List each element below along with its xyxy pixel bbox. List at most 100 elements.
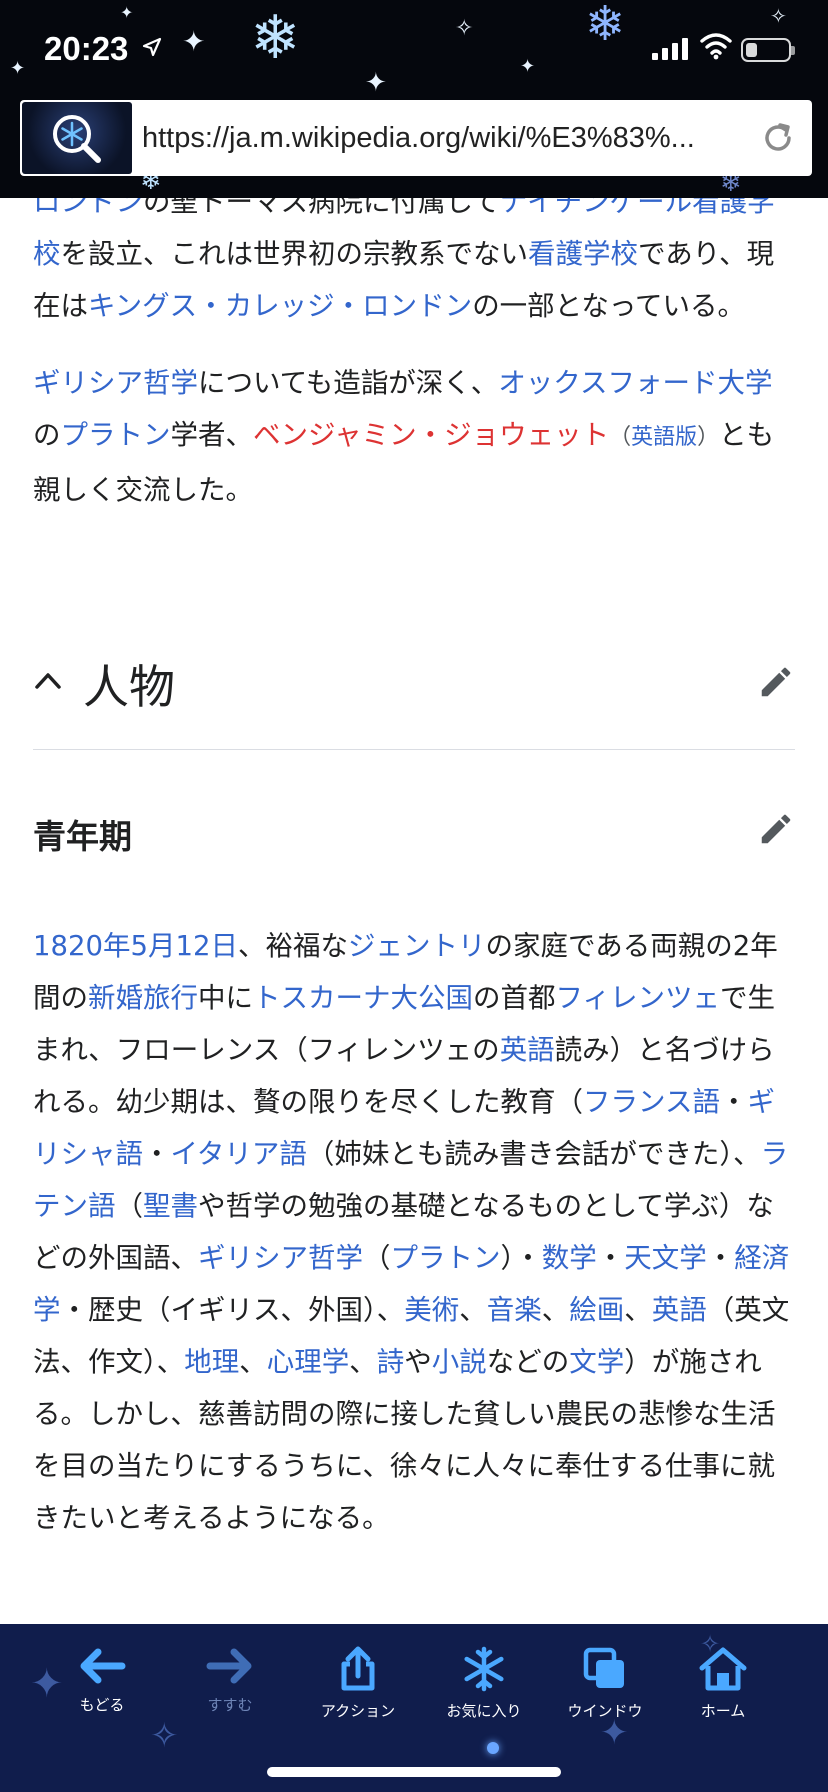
sparkle-decoration-icon: ✧ [455, 16, 474, 41]
sparkle-decoration-icon: ✧ [770, 4, 787, 28]
wiki-link[interactable]: ギリシア哲学 [33, 367, 198, 399]
url-text[interactable]: https://ja.m.wikipedia.org/wiki/%E3%83%.… [142, 122, 742, 155]
text-run: 中に [198, 982, 253, 1014]
wiki-link[interactable]: 新婚旅行 [88, 982, 198, 1014]
text-run: 、 [624, 1294, 652, 1326]
wiki-link[interactable]: 天文学 [624, 1242, 707, 1274]
url-bar[interactable]: https://ja.m.wikipedia.org/wiki/%E3%83%.… [20, 100, 812, 176]
wiki-link[interactable]: 小説 [432, 1346, 487, 1378]
wiki-link[interactable]: ギリシア哲学 [198, 1242, 363, 1274]
text-run: 、裕福な [237, 930, 348, 962]
status-time: 20:23 [44, 30, 129, 67]
snowflake-search-icon[interactable] [22, 102, 132, 174]
wiki-link[interactable]: イタリア語 [171, 1138, 307, 1170]
wiki-link[interactable]: 地理 [184, 1346, 239, 1378]
article-body: 1820年5月12日、裕福なジェントリの家庭である両親の2年間の新婚旅行中にトス… [33, 920, 795, 1544]
paragraph: ロンドンの聖トーマス病院に付属してナイチンゲール看護学校を設立、これは世界初の宗… [33, 176, 795, 332]
wiki-link[interactable]: 英語 [652, 1294, 707, 1326]
text-run: ・ [143, 1138, 171, 1170]
windows-icon [583, 1647, 624, 1688]
top-bar: ❄ ❄ ✦ ✦ ✧ ✦ ✦ ✧ ✦ ❄ ❄ 20:23 https://ja.m… [0, 0, 828, 198]
wiki-link[interactable]: 文学 [569, 1346, 624, 1378]
battery-icon [741, 38, 795, 62]
wiki-link[interactable]: 絵画 [569, 1294, 624, 1326]
wiki-link[interactable]: 数学 [542, 1242, 597, 1274]
text-run: （ [609, 425, 632, 450]
sparkle-decoration-icon: ✦ [10, 58, 26, 79]
signal-icon [652, 38, 688, 60]
wiki-link[interactable]: オックスフォード大学 [498, 367, 772, 399]
text-run: ・ [719, 1086, 748, 1118]
text-run: ）・ [500, 1242, 542, 1274]
text-run: ・ [596, 1242, 625, 1274]
wiki-link[interactable]: プラトン [61, 419, 171, 451]
indicator-dot [487, 1742, 499, 1754]
wiki-link[interactable]: 1820年5月12日 [33, 930, 238, 962]
text-run: 、 [239, 1346, 267, 1378]
paragraph: 1820年5月12日、裕福なジェントリの家庭である両親の2年間の新婚旅行中にトス… [33, 920, 795, 1544]
arrow-right-icon [206, 1648, 252, 1684]
action-button[interactable]: アクション [308, 1646, 408, 1721]
share-icon [341, 1646, 375, 1691]
home-indicator[interactable] [267, 1767, 561, 1777]
wiki-link[interactable]: フランス語 [583, 1086, 720, 1118]
back-label: もどる [79, 1696, 125, 1714]
wiki-link[interactable]: 看護学校 [528, 238, 638, 270]
red-link[interactable]: ベンジャミン・ジョウェット [253, 419, 609, 451]
sparkle-decoration-icon: ✦ [520, 56, 536, 77]
text-run: についても造詣が深く、 [198, 367, 499, 399]
text-run: などの [486, 1346, 570, 1378]
back-button[interactable]: もどる [52, 1646, 152, 1715]
location-arrow-icon [142, 37, 162, 57]
text-run: の一部となっている。 [472, 290, 745, 322]
windows-button[interactable]: ウインドウ [555, 1646, 655, 1721]
text-run: （ [363, 1242, 391, 1274]
subsection-header: 青年期 [33, 810, 795, 870]
text-run: の首都 [473, 982, 556, 1014]
wiki-link[interactable]: プラトン [391, 1242, 501, 1274]
text-run: ・ [706, 1242, 735, 1274]
pencil-icon[interactable] [757, 663, 795, 701]
bottom-toolbar: ✦ ✧ ✦ ✧ もどる すすむ アクション お気に入り ウインドウ ホーム [0, 1624, 828, 1792]
home-icon [699, 1647, 747, 1691]
text-run: （ [115, 1190, 144, 1222]
wiki-link[interactable]: 英語 [500, 1034, 555, 1066]
text-run: （姉妹とも読み書き会話ができた）、 [306, 1138, 761, 1170]
forward-button[interactable]: すすむ [180, 1646, 280, 1715]
text-run: の [33, 419, 61, 451]
wifi-icon [700, 33, 732, 60]
wiki-link[interactable]: 音楽 [487, 1294, 542, 1326]
sparkle-decoration-icon: ✦ [120, 3, 134, 22]
subsection-title: 青年期 [33, 817, 132, 856]
text-run: 、 [349, 1346, 377, 1378]
wiki-link[interactable]: キングス・カレッジ・ロンドン [88, 290, 472, 322]
section-header[interactable]: 人物 [33, 645, 795, 750]
wiki-link[interactable]: ジェントリ [348, 930, 486, 962]
wiki-link[interactable]: トスカーナ大公国 [253, 982, 473, 1014]
pencil-icon[interactable] [757, 810, 795, 848]
snowflake-decoration-icon: ❄ [585, 0, 626, 52]
chevron-up-icon[interactable] [33, 667, 63, 693]
sparkle-decoration-icon: ✦ [182, 25, 206, 58]
snowflake-icon [464, 1646, 504, 1692]
wiki-link[interactable]: フィレンツェ [556, 982, 720, 1014]
article-intro: ロンドンの聖トーマス病院に付属してナイチンゲール看護学校を設立、これは世界初の宗… [33, 186, 795, 516]
wiki-link[interactable]: 美術 [404, 1294, 459, 1326]
text-run: 、 [459, 1294, 487, 1326]
text-run: を設立、これは世界初の宗教系でない [60, 238, 529, 270]
sparkle-decoration-icon: ✦ [600, 1713, 629, 1753]
text-run: ） [697, 425, 720, 450]
home-button[interactable]: ホーム [673, 1646, 773, 1721]
home-label: ホーム [700, 1702, 746, 1720]
sparkle-decoration-icon: ✦ [365, 68, 387, 98]
favorites-button[interactable]: お気に入り [434, 1646, 534, 1721]
wiki-link[interactable]: 詩 [377, 1346, 405, 1378]
action-label: アクション [320, 1702, 396, 1720]
wiki-link[interactable]: 英語版 [631, 425, 697, 450]
favorites-label: お気に入り [446, 1702, 522, 1720]
arrow-left-icon [80, 1648, 126, 1684]
wiki-link[interactable]: 聖書 [143, 1190, 198, 1222]
reload-icon[interactable] [760, 120, 796, 156]
wiki-link[interactable]: 心理学 [267, 1346, 350, 1378]
paragraph: ギリシア哲学についても造詣が深く、オックスフォード大学のプラトン学者、ベンジャミ… [33, 357, 795, 516]
